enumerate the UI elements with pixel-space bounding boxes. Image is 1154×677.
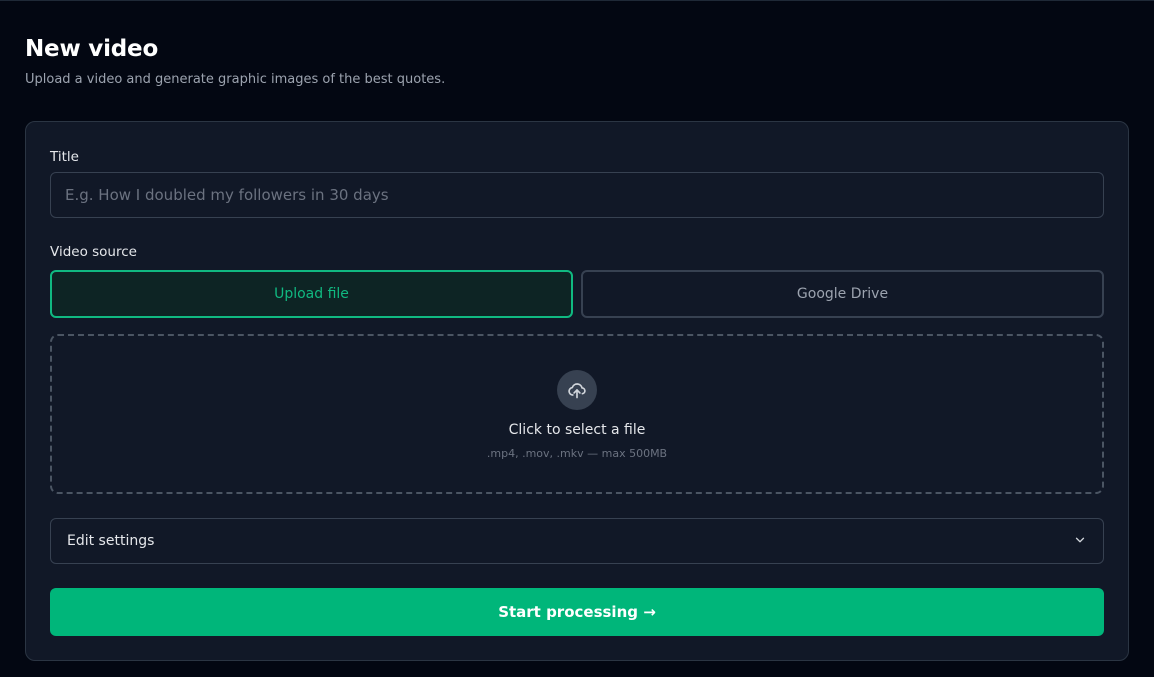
new-video-form-card: Title Video source Upload file Google Dr… [25, 121, 1129, 661]
top-border [0, 0, 1154, 1]
title-label: Title [50, 149, 79, 165]
video-source-label: Video source [50, 244, 137, 260]
file-dropzone[interactable]: Click to select a file .mp4, .mov, .mkv … [50, 334, 1104, 494]
title-input[interactable] [50, 172, 1104, 218]
google-drive-label: Google Drive [796, 286, 889, 302]
dropzone-main-text: Click to select a file [508, 422, 646, 438]
start-processing-button[interactable]: Start processing → [50, 588, 1104, 636]
page-title: New video [25, 36, 159, 62]
upload-file-button[interactable]: Upload file [50, 270, 573, 318]
upload-cloud-icon [557, 370, 597, 410]
upload-file-label: Upload file [274, 286, 349, 302]
page-subtitle: Upload a video and generate graphic imag… [25, 72, 446, 87]
edit-settings-label: Edit settings [67, 533, 155, 549]
chevron-down-icon [1073, 532, 1087, 551]
dropzone-sub-text: .mp4, .mov, .mkv — max 500MB [486, 447, 668, 460]
edit-settings-toggle[interactable]: Edit settings [50, 518, 1104, 564]
google-drive-button[interactable]: Google Drive [581, 270, 1104, 318]
